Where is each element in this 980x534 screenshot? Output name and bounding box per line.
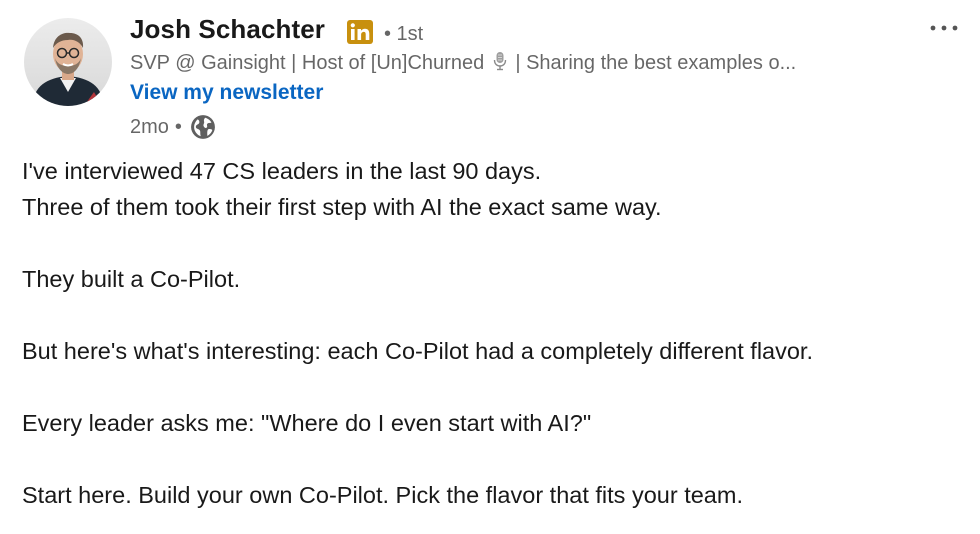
post-time: 2mo xyxy=(130,115,169,138)
post-menu-button[interactable] xyxy=(926,12,962,44)
post-body-line: But here's what's interesting: each Co-P… xyxy=(22,338,813,364)
meta-separator: • xyxy=(174,115,182,138)
linkedin-badge-icon[interactable] xyxy=(347,20,373,44)
connection-degree: • 1st xyxy=(384,23,424,45)
post-body-line: They built a Co-Pilot. xyxy=(22,266,241,292)
post-body-line: Start here. Build your own Co-Pilot. Pic… xyxy=(22,482,743,508)
author-name[interactable]: Josh Schachter xyxy=(130,14,325,45)
globe-icon xyxy=(190,114,216,140)
post-meta: 2mo • xyxy=(130,114,216,140)
microphone-icon xyxy=(492,51,508,77)
post-body-line: Three of them took their first step with… xyxy=(22,194,662,220)
paragraph-break xyxy=(22,441,962,477)
ellipsis-icon xyxy=(930,25,958,31)
feed-post: Josh Schachter • 1st SVP @ Gainsight | H… xyxy=(0,0,980,534)
post-body-line: I've interviewed 47 CS leaders in the la… xyxy=(22,158,542,184)
paragraph-break xyxy=(22,225,962,261)
paragraph-break xyxy=(22,369,962,405)
author-photo xyxy=(24,18,112,106)
headline-text-continued: | Sharing the best examples o... xyxy=(515,52,797,74)
post-body: I've interviewed 47 CS leaders in the la… xyxy=(22,153,962,513)
author-headline[interactable]: SVP @ Gainsight | Host of [Un]Churned | … xyxy=(130,51,890,77)
author-avatar[interactable] xyxy=(24,18,112,106)
view-newsletter-link[interactable]: View my newsletter xyxy=(130,81,323,105)
headline-text: SVP @ Gainsight | Host of [Un]Churned xyxy=(130,52,485,74)
paragraph-break xyxy=(22,297,962,333)
post-body-line: Every leader asks me: "Where do I even s… xyxy=(22,410,592,436)
